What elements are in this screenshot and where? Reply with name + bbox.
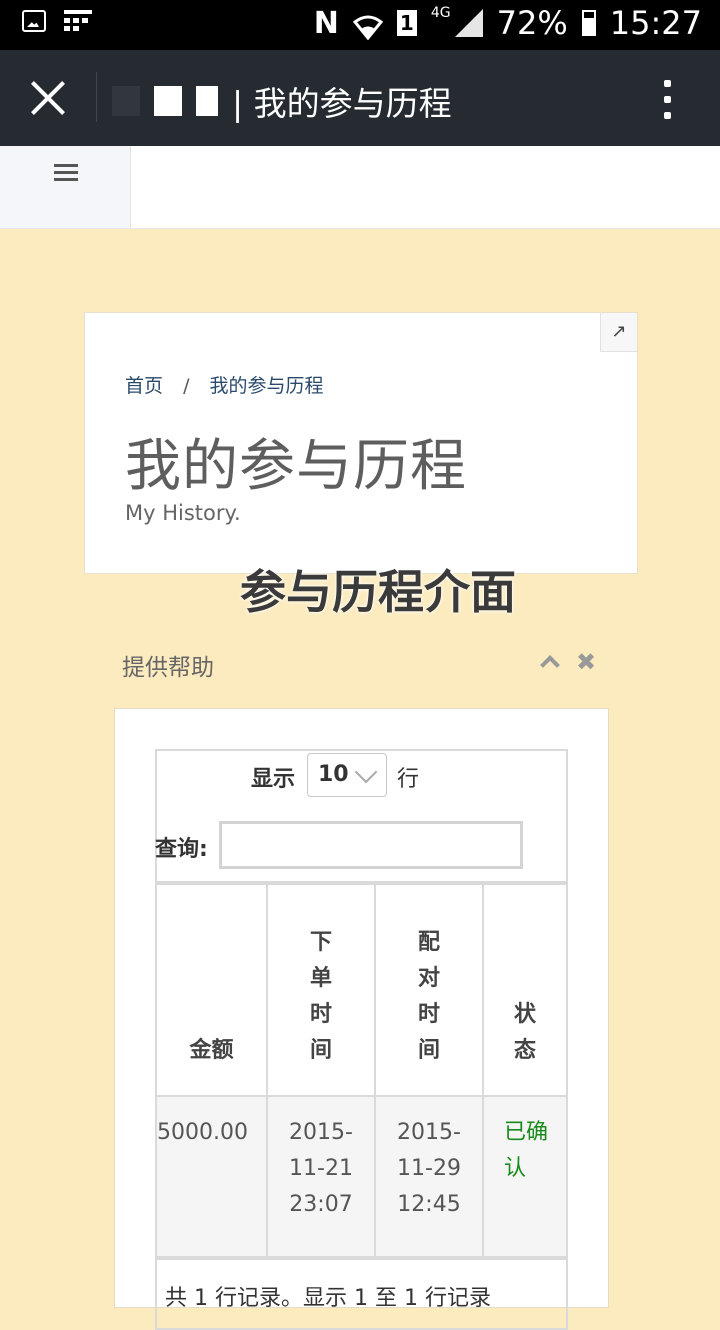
page-title: 我的参与历程	[125, 434, 467, 499]
search-input[interactable]	[219, 821, 523, 869]
app-bar-title: | 我的参与历程	[112, 77, 452, 125]
portlet-tools: ✖	[540, 648, 596, 676]
cell-amount: 5000.00	[157, 1095, 268, 1258]
network-type: 4G	[430, 5, 451, 21]
expand-icon[interactable]: ↗	[600, 313, 637, 352]
redacted-block	[196, 86, 218, 116]
redacted-block	[112, 86, 140, 116]
battery-icon	[581, 10, 596, 36]
sim-icon: 1	[396, 10, 417, 36]
cell-status: 已确认	[482, 1095, 566, 1258]
length-suffix: 行	[397, 767, 420, 792]
portlet-body: 显示 10 行 查询: 金额 下单时间 配对时间 状态 5000.00 2015…	[114, 708, 609, 1330]
calendar-notification-icon	[64, 10, 92, 34]
battery-percent: 72%	[496, 4, 568, 42]
close-icon[interactable]	[28, 78, 68, 118]
table-info: 共 1 行记录。显示 1 至 1 行记录	[157, 1258, 566, 1328]
breadcrumb-current-link[interactable]: 我的参与历程	[210, 375, 324, 397]
caption-overlay: 参与历程介面	[240, 565, 516, 619]
page-subtitle: My History.	[125, 501, 241, 525]
history-table: 金额 下单时间 配对时间 状态 5000.00 2015-11-21 23:07…	[157, 883, 566, 1258]
search-label: 查询:	[155, 837, 208, 862]
breadcrumb: 首页 / 我的参与历程	[125, 371, 324, 398]
menu-icon[interactable]	[0, 146, 131, 228]
column-header-match-time[interactable]: 配对时间	[374, 883, 484, 1097]
page-length-value: 10	[318, 762, 349, 787]
cell-match-time: 2015-11-29 12:45	[374, 1095, 484, 1258]
page-length-select[interactable]: 10	[307, 753, 387, 797]
wifi-icon	[352, 10, 384, 41]
more-vert-icon[interactable]	[664, 80, 672, 120]
nfc-icon: N	[313, 5, 339, 41]
site-top-bar	[0, 146, 720, 229]
app-bar: | 我的参与历程	[0, 50, 720, 146]
app-bar-title-text: | 我的参与历程	[232, 84, 452, 123]
breadcrumb-home-link[interactable]: 首页	[125, 375, 163, 397]
redacted-block	[154, 86, 182, 116]
table-row: 5000.00 2015-11-21 23:07 2015-11-29 12:4…	[157, 1095, 566, 1258]
gallery-notification-icon	[22, 10, 46, 32]
column-header-order-time[interactable]: 下单时间	[266, 883, 376, 1097]
table-controls: 显示 10 行 查询:	[155, 751, 566, 883]
column-header-amount[interactable]: 金额	[157, 883, 268, 1097]
portlet-title: 提供帮助	[122, 655, 214, 681]
breadcrumb-separator: /	[183, 375, 190, 397]
table-header-row: 金额 下单时间 配对时间 状态	[157, 883, 566, 1097]
collapse-icon[interactable]	[540, 654, 558, 672]
chevron-down-icon	[354, 760, 378, 784]
system-status-bar: N 1 4G 72% 15:27	[0, 0, 720, 50]
data-table-wrapper: 显示 10 行 查询: 金额 下单时间 配对时间 状态 5000.00 2015…	[155, 749, 568, 1330]
column-header-status[interactable]: 状态	[482, 883, 566, 1097]
remove-icon[interactable]: ✖	[576, 648, 596, 676]
clock: 15:27	[609, 4, 702, 42]
signal-icon	[454, 9, 483, 37]
page-header-card: ↗ 首页 / 我的参与历程 我的参与历程 My History.	[84, 312, 638, 574]
cell-order-time: 2015-11-21 23:07	[266, 1095, 376, 1258]
length-label: 显示	[251, 767, 296, 792]
app-bar-divider	[96, 72, 97, 122]
